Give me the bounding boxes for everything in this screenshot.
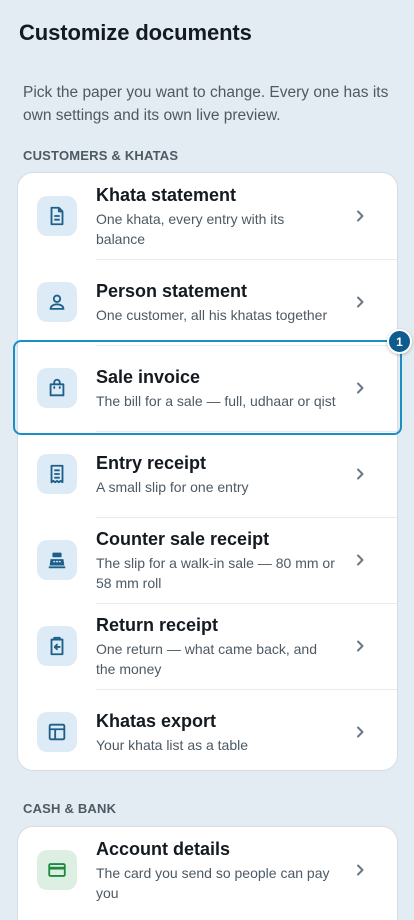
chevron-right-icon: [357, 726, 364, 738]
return-icon: [37, 626, 77, 666]
intro-text: Pick the paper you want to change. Every…: [23, 84, 389, 124]
doc-item-title: Return receipt: [96, 614, 219, 635]
customers-card: Khata statement One khata, every entry w…: [17, 172, 398, 771]
page-title: Customize documents: [19, 20, 252, 45]
doc-item-title: Counter sale receipt: [96, 528, 270, 549]
doc-item-entry-receipt[interactable]: Entry receipt A small slip for one entry: [18, 431, 397, 517]
doc-item-subtitle: Your khata list as a table: [96, 736, 249, 753]
card-icon: [37, 850, 77, 890]
doc-item-subtitle: The card you send so people can pay you: [96, 864, 330, 901]
shopping-bag-icon: [37, 368, 77, 408]
annotation-badge: 1: [387, 329, 412, 354]
doc-item-title: Entry receipt: [96, 452, 207, 473]
doc-item-return-receipt[interactable]: Return receipt One return — what came ba…: [18, 603, 397, 689]
doc-item-khata-statement[interactable]: Khata statement One khata, every entry w…: [18, 173, 397, 259]
chevron-right-icon: [357, 296, 364, 308]
cash-bank-card: Account details The card you send so peo…: [17, 826, 398, 920]
chevron-right-icon: [357, 554, 364, 566]
doc-item-account-details[interactable]: Account details The card you send so peo…: [18, 827, 397, 913]
doc-item-subtitle: The bill for a sale — full, udhaar or qi…: [96, 392, 336, 409]
customize-documents-screen: Customize documents Pick the paper you w…: [0, 0, 414, 920]
person-icon: [37, 282, 77, 322]
chevron-right-icon: [357, 210, 364, 222]
doc-item-subtitle: One return — what came back, and the mon…: [96, 640, 317, 677]
doc-item-counter-sale-receipt[interactable]: Counter sale receipt The slip for a walk…: [18, 517, 397, 603]
chevron-right-icon: [357, 468, 364, 480]
doc-item-title: Account details: [96, 838, 231, 859]
doc-item-title: Sale invoice: [96, 366, 201, 387]
section-label-cash-bank: CASH & BANK: [23, 801, 117, 816]
section-label-customers: CUSTOMERS & KHATAS: [23, 148, 179, 163]
doc-item-person-statement[interactable]: Person statement One customer, all his k…: [18, 259, 397, 345]
doc-item-subtitle: A small slip for one entry: [96, 478, 249, 495]
chevron-right-icon: [357, 864, 364, 876]
chevron-right-icon: [357, 382, 364, 394]
doc-item-sale-invoice[interactable]: Sale invoice The bill for a sale — full,…: [18, 345, 397, 431]
doc-item-subtitle: One customer, all his khatas together: [96, 306, 328, 323]
doc-item-subtitle: The slip for a walk-in sale — 80 mm or 5…: [96, 554, 335, 591]
doc-item-khatas-export[interactable]: Khatas export Your khata list as a table: [18, 689, 397, 775]
document-icon: [37, 196, 77, 236]
table-icon: [37, 712, 77, 752]
cash-register-icon: [37, 540, 77, 580]
doc-item-title: Khata statement: [96, 184, 237, 205]
doc-item-title: Khatas export: [96, 710, 217, 731]
receipt-icon: [37, 454, 77, 494]
chevron-right-icon: [357, 640, 364, 652]
doc-item-subtitle: One khata, every entry with its balance: [96, 210, 285, 247]
doc-item-title: Person statement: [96, 280, 248, 301]
